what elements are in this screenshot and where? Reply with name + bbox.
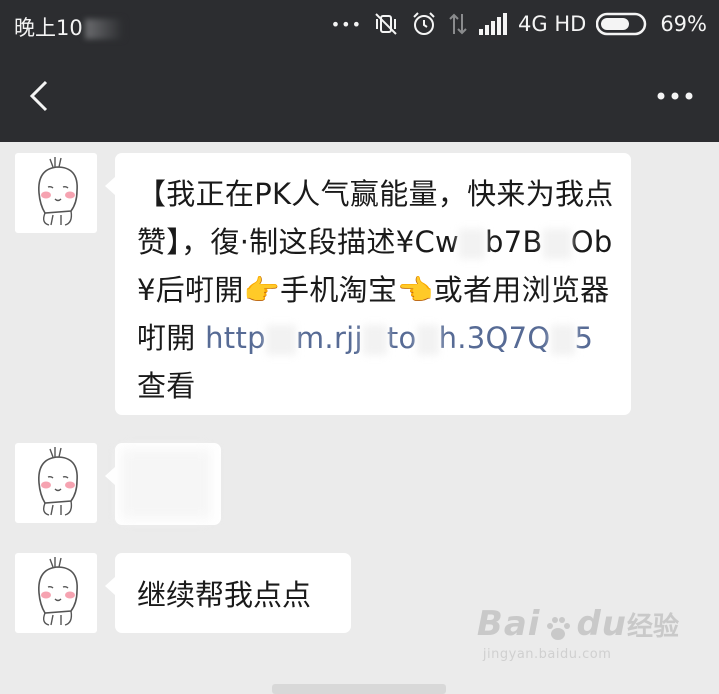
scroll-hint-bar (272, 684, 446, 694)
status-icons: ••• 4G HD 69% (331, 8, 707, 40)
paw-icon (543, 614, 573, 648)
watermark-url: jingyan.baidu.com (482, 647, 612, 662)
status-time: 晚上10 (14, 12, 123, 42)
sender-avatar[interactable] (15, 443, 97, 523)
blurred-region (459, 229, 486, 259)
message-text-part: b7B (485, 225, 543, 259)
watermark-brand-2: du (576, 604, 627, 644)
message-link[interactable]: http m.rjj to h.3Q7Q 5 (205, 321, 593, 355)
chevron-left-icon (29, 80, 48, 112)
watermark-brand: Bai (476, 604, 541, 644)
baidu-watermark: Bai du经验 jingyan.baidu.com (476, 604, 679, 662)
message-bubble[interactable]: 【我正在PK人气赢能量，快来为我点赞】，復·制这段描述¥Cw b7B Ob¥后咑開👉… (105, 153, 631, 415)
alarm-icon (410, 10, 438, 38)
overflow-dots-icon: ••• (330, 14, 363, 34)
message-bubble[interactable]: 继续帮我点点 (105, 553, 351, 633)
blurred-region (265, 325, 296, 355)
blurred-region (84, 19, 123, 39)
link-text-part: h.3Q7Q (438, 321, 551, 355)
blurred-region (121, 449, 211, 519)
status-bar: 晚上10 ••• 4G HD 69% (0, 0, 719, 50)
cartoon-avatar-icon (38, 557, 78, 626)
blurred-region (416, 325, 439, 355)
battery-percent: 69% (660, 12, 707, 36)
blurred-region (362, 325, 387, 355)
message-text: 继续帮我点点 (137, 578, 312, 612)
blurred-region (550, 325, 575, 355)
sender-avatar[interactable] (15, 153, 97, 233)
vibrate-off-icon (372, 10, 400, 38)
message-text: 【我正在PK人气赢能量，快来为我点赞】，復·制这段描述¥Cw b7B Ob¥后咑開👉… (137, 170, 617, 410)
cartoon-avatar-icon (38, 157, 78, 226)
battery-icon (596, 11, 650, 37)
network-label: 4G HD (518, 12, 587, 36)
link-text-part: http (205, 321, 266, 355)
link-text-part: m. (295, 321, 334, 355)
link-text-part: to (386, 321, 417, 355)
more-dots-icon (657, 92, 693, 100)
back-button[interactable] (22, 78, 58, 114)
message-bubble[interactable] (105, 443, 221, 525)
signal-icon (478, 11, 508, 37)
data-arrows-icon (448, 10, 468, 38)
more-options-button[interactable] (655, 86, 695, 106)
blurred-region (542, 229, 571, 259)
cartoon-avatar-icon (38, 447, 78, 516)
chat-title-bar (0, 50, 719, 142)
link-text-part: rjj (333, 321, 363, 355)
sender-avatar[interactable] (15, 553, 97, 633)
link-text-part: 5 (574, 321, 594, 355)
status-time-text: 晚上10 (14, 16, 83, 40)
watermark-cn: 经验 (626, 612, 679, 642)
message-text-part: 查看 (137, 369, 196, 403)
